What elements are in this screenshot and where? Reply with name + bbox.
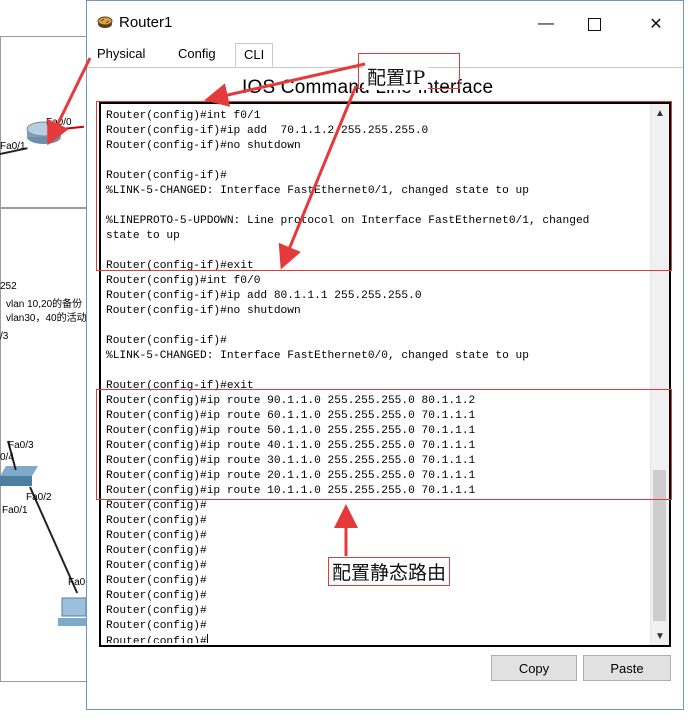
cli-output-line: Router(config-if)#ip add 80.1.1.1 255.25… — [106, 290, 422, 302]
copy-button[interactable]: Copy — [491, 655, 577, 681]
close-button[interactable]: ✕ — [633, 9, 679, 39]
note-text: vlan 10,20的备份 — [6, 299, 83, 310]
note-text: 252 — [0, 281, 17, 292]
tab-config[interactable]: Config — [170, 43, 224, 65]
port-label: Fa0/1 — [0, 141, 26, 152]
cli-output-line: Router(config)# — [106, 620, 207, 632]
port-label: Fa0/0 — [46, 117, 72, 128]
note-text: vlan30，40的活动 — [6, 313, 87, 324]
cli-output-line: Router(config)# — [106, 500, 207, 512]
port-label: Fa0 — [68, 577, 86, 588]
port-label: Fa0/1 — [2, 505, 28, 516]
switch-device-icon[interactable] — [0, 466, 38, 488]
pc-device-icon[interactable] — [58, 596, 86, 632]
text-cursor — [206, 634, 208, 643]
cli-output-line: Router(config)# — [106, 530, 207, 542]
cli-output-line — [106, 319, 649, 334]
cli-output-line: Router(config)# — [106, 605, 207, 617]
maximize-icon — [587, 17, 601, 31]
port-label: Fa0/2 — [26, 492, 52, 503]
cli-output-line: %LINK-5-CHANGED: Interface FastEthernet0… — [106, 350, 529, 362]
title-bar[interactable]: Router1 — ✕ — [87, 1, 683, 41]
cli-output-line: Router(config)# — [106, 515, 207, 527]
annotation-label-static-route: 配置静态路由 — [328, 557, 451, 586]
router-icon — [97, 16, 113, 28]
annotation-box-static-routes — [96, 389, 672, 500]
tab-physical[interactable]: Physical — [89, 43, 153, 65]
scroll-down-icon[interactable]: ▼ — [651, 627, 669, 645]
cli-output-line: Router(config)# — [106, 634, 649, 643]
close-icon: ✕ — [649, 16, 663, 33]
paste-button[interactable]: Paste — [583, 655, 671, 681]
port-label: 0/4 — [0, 452, 14, 463]
cli-output-line: Router(config)#int f0/0 — [106, 275, 261, 287]
note-text: /3 — [0, 331, 9, 342]
port-label: Fa0/3 — [8, 440, 34, 451]
annotation-label-config-ip: 配置IP — [364, 63, 429, 90]
minimize-button[interactable]: — — [523, 9, 569, 39]
annotation-box-ip-f0-1 — [96, 101, 672, 271]
tab-cli[interactable]: CLI — [235, 43, 274, 67]
cli-output-line — [106, 364, 649, 379]
cli-output-line: Router(config-if)# — [106, 335, 227, 347]
cli-output-line: Router(config)# — [106, 590, 207, 602]
background-right-strip — [684, 0, 692, 721]
cli-output-line: Router(config-if)#no shutdown — [106, 305, 301, 317]
window-title: Router1 — [119, 14, 173, 31]
maximize-button[interactable] — [571, 9, 617, 39]
minimize-icon: — — [538, 15, 554, 32]
